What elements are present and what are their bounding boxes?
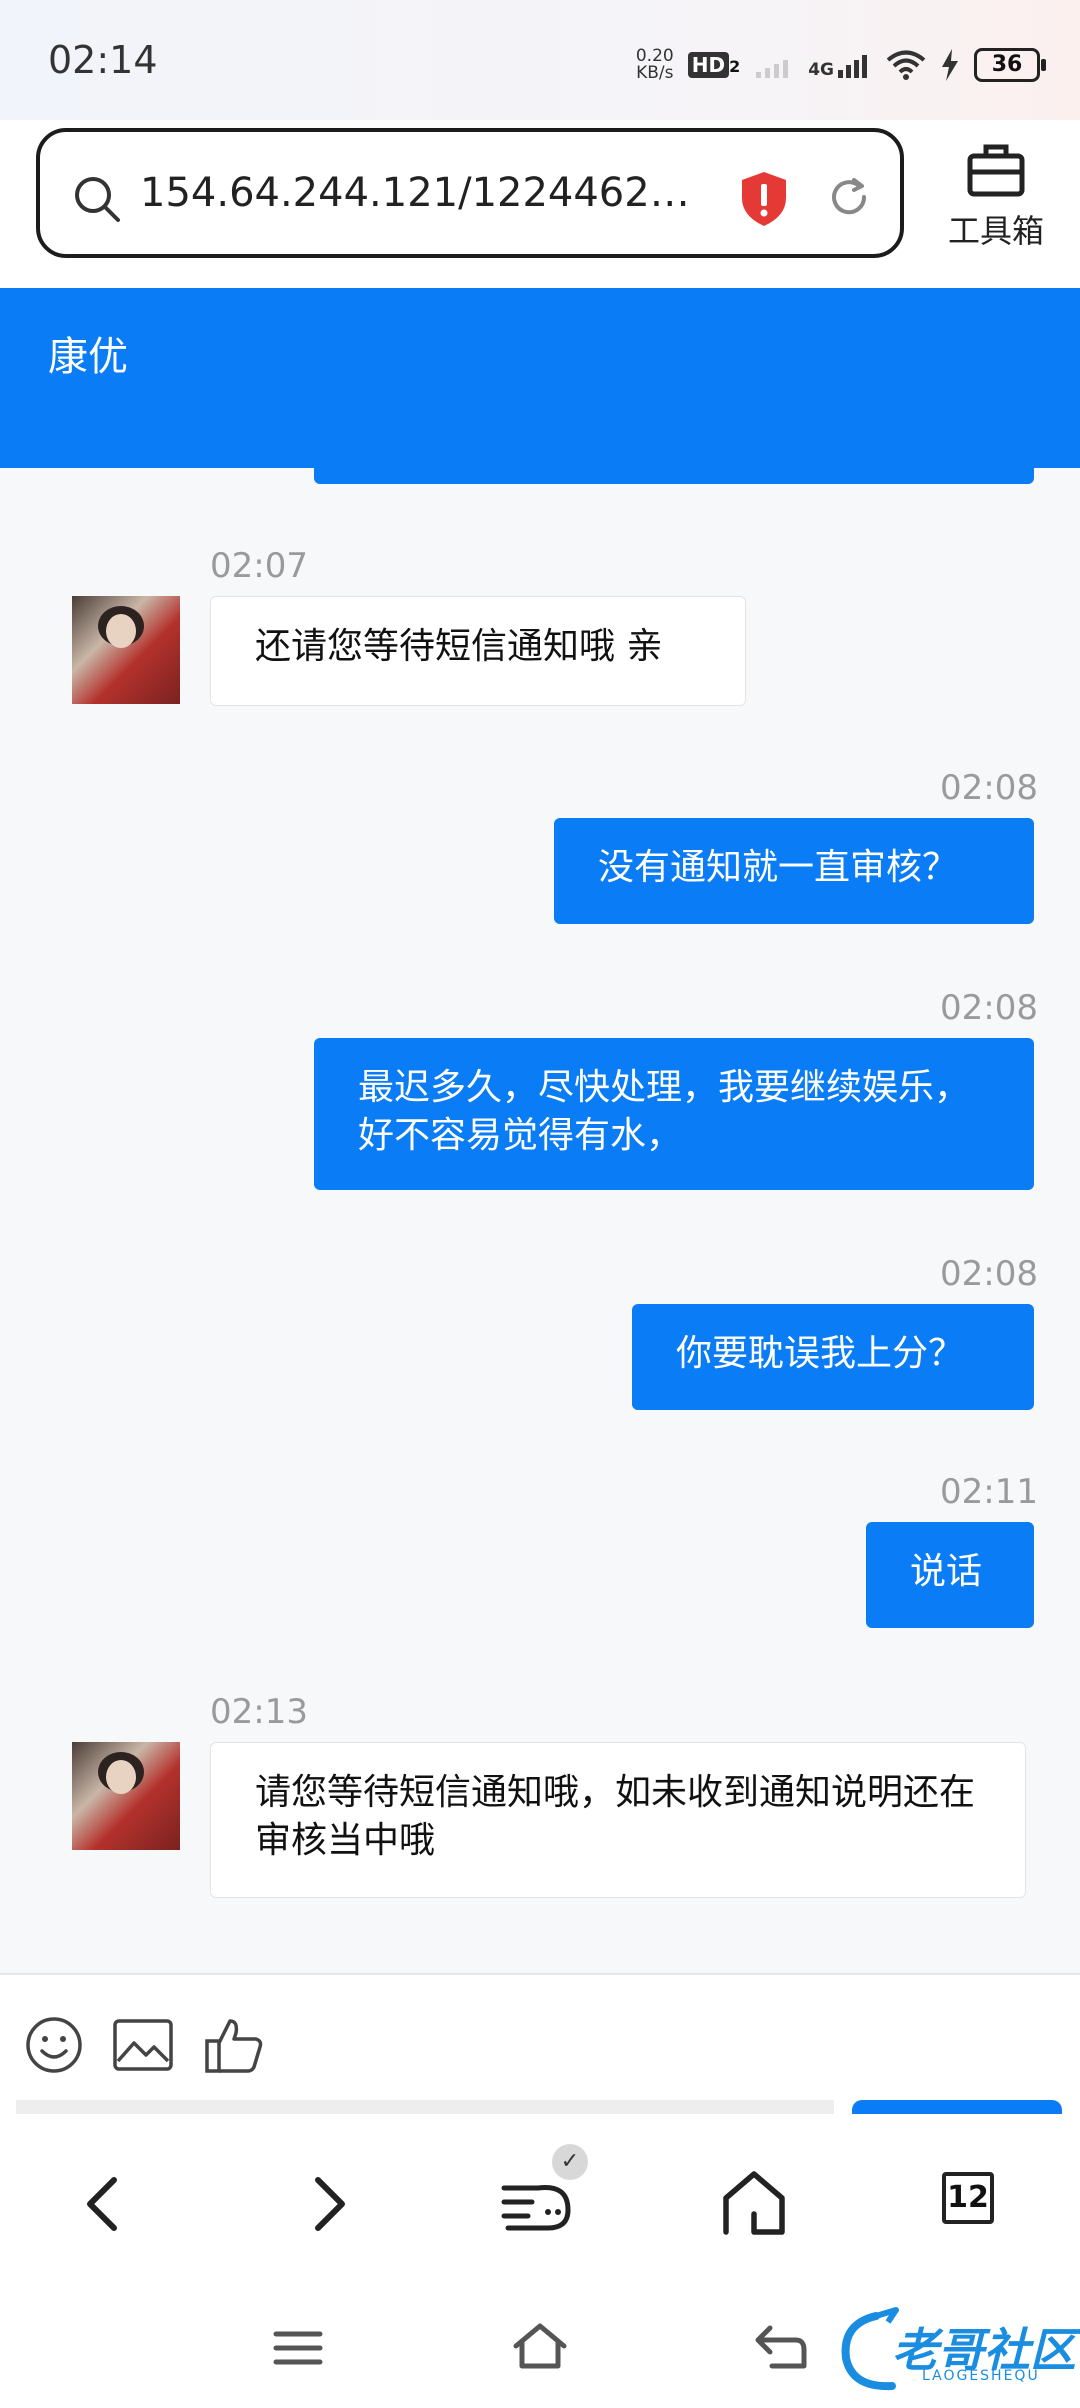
previous-message-edge — [314, 468, 1034, 484]
chat-toolbar — [0, 1973, 1080, 2115]
message-bubble-incoming: 还请您等待短信通知哦 亲 — [210, 596, 746, 706]
message-time: 02:13 — [210, 1692, 308, 1732]
tabs-button[interactable]: 12 — [942, 2172, 994, 2224]
status-icons: 0.20 KB/s HD 2 4G 36 — [636, 40, 1046, 90]
toolbox-label: 工具箱 — [947, 212, 1044, 250]
system-back-icon[interactable] — [752, 2322, 808, 2370]
image-icon[interactable] — [112, 2015, 174, 2075]
network-speed: 0.20 KB/s — [636, 48, 674, 82]
url-text[interactable]: 154.64.244.121/1224462… — [140, 170, 720, 216]
hd-icon: HD 2 — [687, 52, 741, 78]
network-speed-unit: KB/s — [636, 63, 674, 83]
message-bubble-outgoing: 你要耽误我上分？ — [632, 1304, 1034, 1410]
message-bubble-outgoing: 说话 — [866, 1522, 1034, 1628]
hd-label: HD — [687, 52, 730, 78]
address-bar[interactable]: 154.64.244.121/1224462… — [36, 128, 904, 258]
wifi-icon — [886, 50, 926, 80]
browser-bottom-nav: ✓ 12 — [0, 2114, 1080, 2284]
watermark-logo: 老哥社区 LAOGESHEQU — [836, 2306, 1076, 2396]
signal-4g-icon: 4G — [808, 50, 872, 80]
chat-header: 康优 — [0, 288, 1080, 468]
message-time: 02:08 — [940, 768, 1038, 808]
agent-avatar — [72, 1742, 180, 1850]
message-input[interactable] — [16, 2100, 834, 2114]
message-bubble-outgoing: 最迟多久，尽快处理，我要继续娱乐，好不容易觉得有水， — [314, 1038, 1034, 1190]
battery-icon: 36 — [974, 48, 1046, 82]
network-type: 4G — [808, 60, 834, 80]
charging-icon — [942, 49, 958, 81]
security-warning-icon[interactable] — [738, 170, 790, 228]
toolbox-button[interactable]: 工具箱 — [936, 142, 1056, 252]
search-icon — [75, 177, 120, 222]
home-icon[interactable] — [714, 2164, 794, 2244]
send-button[interactable] — [852, 2100, 1062, 2114]
status-bar: 02:14 0.20 KB/s HD 2 4G 36 — [0, 0, 1080, 120]
back-icon[interactable] — [66, 2164, 146, 2244]
thumbs-up-icon[interactable] — [204, 2015, 266, 2075]
forward-icon[interactable] — [286, 2164, 366, 2244]
reload-icon[interactable] — [826, 174, 872, 220]
browser-bar: 154.64.244.121/1224462… 工具箱 — [0, 120, 1080, 288]
status-time: 02:14 — [48, 38, 158, 82]
chat-title: 康优 — [48, 334, 128, 380]
toolbox-icon — [967, 144, 1025, 197]
signal-weak-icon — [756, 60, 789, 78]
agent-avatar — [72, 596, 180, 704]
watermark-subtext: LAOGESHEQU — [922, 2368, 1040, 2384]
chat-area[interactable]: 02:07 还请您等待短信通知哦 亲 02:08 没有通知就一直审核？ 02:0… — [0, 468, 1080, 1973]
system-home-icon[interactable] — [510, 2320, 570, 2372]
menu-icon[interactable] — [272, 2328, 324, 2368]
system-nav: 老哥社区 LAOGESHEQU — [0, 2284, 1080, 2408]
message-time: 02:08 — [940, 1254, 1038, 1294]
message-time: 02:11 — [940, 1472, 1038, 1512]
emoji-icon[interactable] — [24, 2015, 84, 2075]
message-bubble-incoming: 请您等待短信通知哦，如未收到通知说明还在审核当中哦 — [210, 1742, 1026, 1898]
message-time: 02:08 — [940, 988, 1038, 1028]
check-badge-icon: ✓ — [552, 2144, 588, 2180]
message-time: 02:07 — [210, 546, 308, 586]
message-bubble-outgoing: 没有通知就一直审核？ — [554, 818, 1034, 924]
hd-sub: 2 — [729, 57, 741, 76]
